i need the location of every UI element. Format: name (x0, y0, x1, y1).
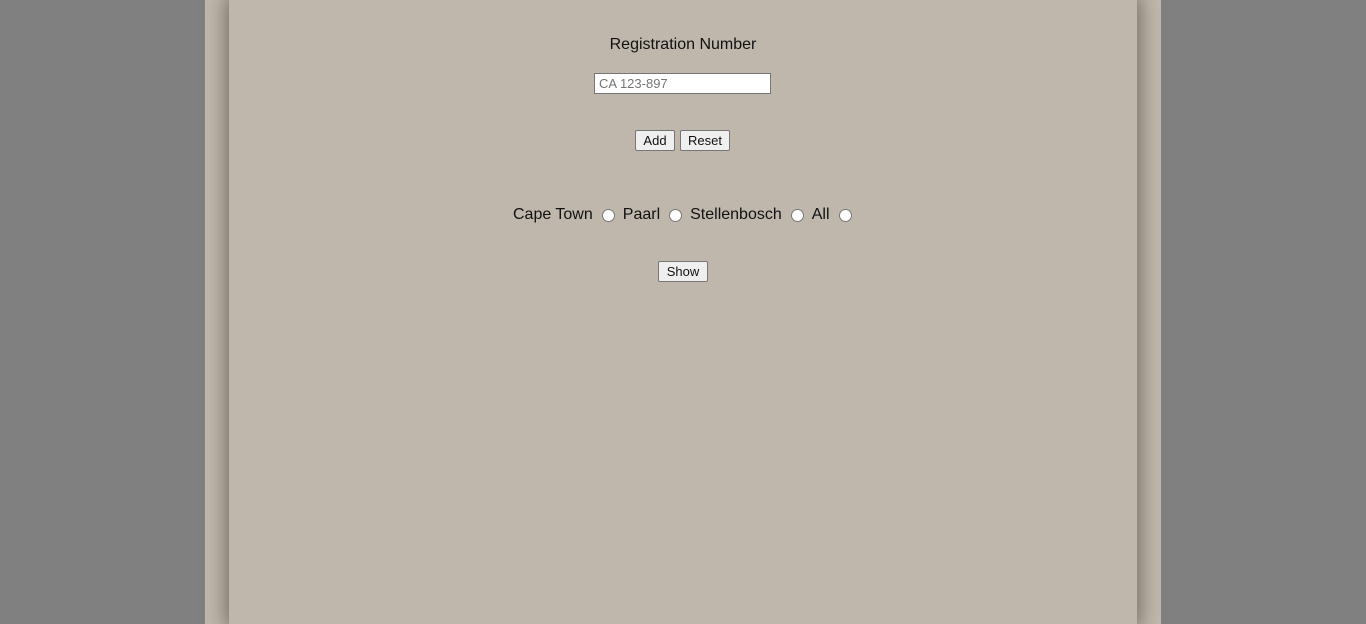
town-label-all: All (811, 206, 830, 223)
registration-input[interactable] (594, 73, 771, 94)
town-filter: Cape Town Paarl Stellenbosch All (513, 205, 860, 225)
show-button[interactable]: Show (658, 261, 708, 282)
town-label-stellenbosch: Stellenbosch (690, 206, 782, 223)
add-button[interactable]: Add (635, 130, 675, 151)
town-radio-all[interactable] (838, 208, 852, 222)
registration-label: Registration Number (609, 36, 757, 53)
town-radio-stellenbosch[interactable] (790, 208, 804, 222)
town-radio-paarl[interactable] (669, 208, 683, 222)
reset-button[interactable]: Reset (680, 130, 730, 151)
town-radio-cape-town[interactable] (601, 208, 615, 222)
main-panel: Registration Number Add Reset Cape Town … (229, 0, 1137, 624)
town-label-paarl: Paarl (622, 206, 661, 223)
town-label-cape-town: Cape Town (513, 206, 593, 223)
